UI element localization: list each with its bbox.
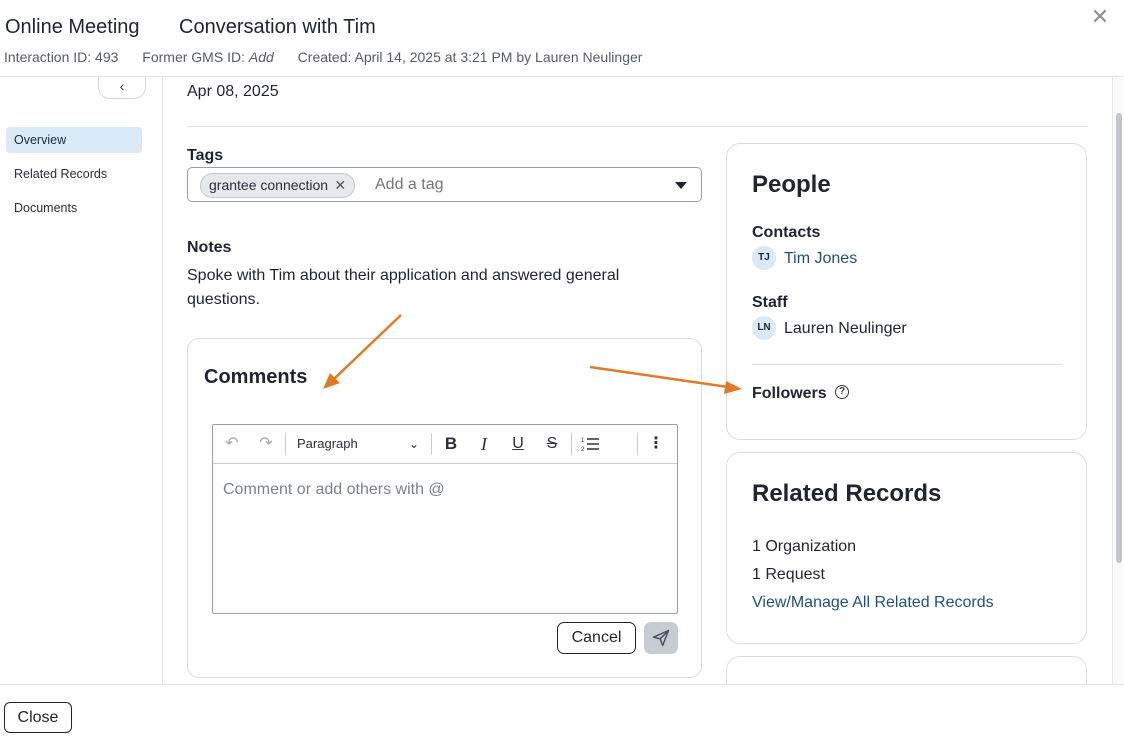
nav-item-documents[interactable]: Documents <box>6 195 142 221</box>
add-tag-input[interactable] <box>375 176 655 194</box>
close-icon[interactable]: ✕ <box>1088 6 1112 30</box>
close-button[interactable]: Close <box>4 702 72 733</box>
toolbar-separator <box>637 433 638 455</box>
related-records-card: Related Records 1 Organization 1 Request… <box>726 452 1087 644</box>
toolbar-separator <box>571 433 572 455</box>
tags-field[interactable]: grantee connection ✕ <box>187 167 702 202</box>
related-organization-count: 1 Organization <box>752 538 857 555</box>
record-meta: Interaction ID: 493 Former GMS ID: Add C… <box>4 49 662 65</box>
nav-item-related-records[interactable]: Related Records <box>6 161 142 187</box>
redo-icon[interactable]: ↷ <box>255 433 277 455</box>
former-gms-add-link[interactable]: Add <box>249 49 274 65</box>
caret-down-icon[interactable] <box>675 182 687 189</box>
block-format-value: Paragraph <box>297 436 358 451</box>
avatar: LN <box>752 316 776 340</box>
remove-tag-icon[interactable]: ✕ <box>334 174 346 197</box>
left-nav: ‹ Overview Related Records Documents <box>0 77 163 684</box>
underline-icon[interactable]: U <box>507 433 529 455</box>
followers-label: Followers <box>752 385 827 402</box>
more-options-icon[interactable]: ⋮ <box>645 433 667 455</box>
contacts-label: Contacts <box>752 224 821 241</box>
manage-related-records-link[interactable]: View/Manage All Related Records <box>752 594 994 612</box>
send-button[interactable] <box>644 622 678 654</box>
notes-text: Spoke with Tim about their application a… <box>187 267 620 308</box>
comments-title: Comments <box>204 366 308 388</box>
modal-header: Online Meeting Conversation with Tim ✕ I… <box>0 0 1124 77</box>
svg-text:2: 2 <box>581 447 585 453</box>
comments-card: Comments ↶ ↷ Paragraph ⌄ B I U S 12 ⋮ Co… <box>187 338 702 678</box>
former-gms-id: Former GMS ID: Add <box>142 49 273 65</box>
interaction-date: Apr 08, 2025 <box>187 83 279 100</box>
italic-icon[interactable]: I <box>473 433 495 455</box>
svg-text:1: 1 <box>581 438 585 444</box>
staff-name: Lauren Neulinger <box>784 320 907 337</box>
send-icon <box>652 629 670 647</box>
contact-link[interactable]: Tim Jones <box>784 250 857 268</box>
modal-footer: Close <box>0 684 1124 740</box>
tags-label: Tags <box>187 147 224 164</box>
toolbar-separator <box>431 433 432 455</box>
chevron-left-icon: ‹ <box>119 78 125 94</box>
help-circle-icon[interactable]: ? <box>835 385 849 399</box>
chevron-down-icon: ⌄ <box>408 437 419 451</box>
page-title: Conversation with Tim <box>179 16 376 38</box>
former-gms-label: Former GMS ID: <box>142 49 249 65</box>
record-type: Online Meeting <box>5 16 140 38</box>
block-format-select[interactable]: Paragraph ⌄ <box>297 433 421 455</box>
cancel-button[interactable]: Cancel <box>557 622 636 654</box>
tag-chip: grantee connection ✕ <box>200 173 356 198</box>
staff-label: Staff <box>752 294 788 311</box>
related-records-title: Related Records <box>752 480 942 507</box>
scrollbar[interactable] <box>1112 77 1124 684</box>
section-divider <box>187 126 1088 127</box>
avatar: TJ <box>752 246 776 270</box>
people-title: People <box>752 171 831 198</box>
related-request-count: 1 Request <box>752 566 825 583</box>
bold-icon[interactable]: B <box>440 433 462 455</box>
tag-chip-label: grantee connection <box>209 177 329 193</box>
card-divider <box>752 364 1063 365</box>
comment-input[interactable]: Comment or add others with @ <box>223 481 445 499</box>
undo-icon[interactable]: ↶ <box>221 433 243 455</box>
notes-label: Notes <box>187 239 232 256</box>
interaction-id: Interaction ID: 493 <box>4 49 119 65</box>
strikethrough-icon[interactable]: S <box>541 433 563 455</box>
numbered-list-icon[interactable]: 12 <box>579 433 603 455</box>
collapse-nav-button[interactable]: ‹ <box>98 77 146 99</box>
comment-editor[interactable]: ↶ ↷ Paragraph ⌄ B I U S 12 ⋮ Comment or … <box>212 424 678 614</box>
people-card: People Contacts TJ Tim Jones Staff LN La… <box>726 143 1087 440</box>
nav-item-overview[interactable]: Overview <box>6 127 142 153</box>
toolbar-separator <box>285 433 286 455</box>
editor-toolbar: ↶ ↷ Paragraph ⌄ B I U S 12 ⋮ <box>213 425 677 464</box>
scrollbar-thumb[interactable] <box>1116 113 1122 563</box>
created-info: Created: April 14, 2025 at 3:21 PM by La… <box>297 49 643 65</box>
